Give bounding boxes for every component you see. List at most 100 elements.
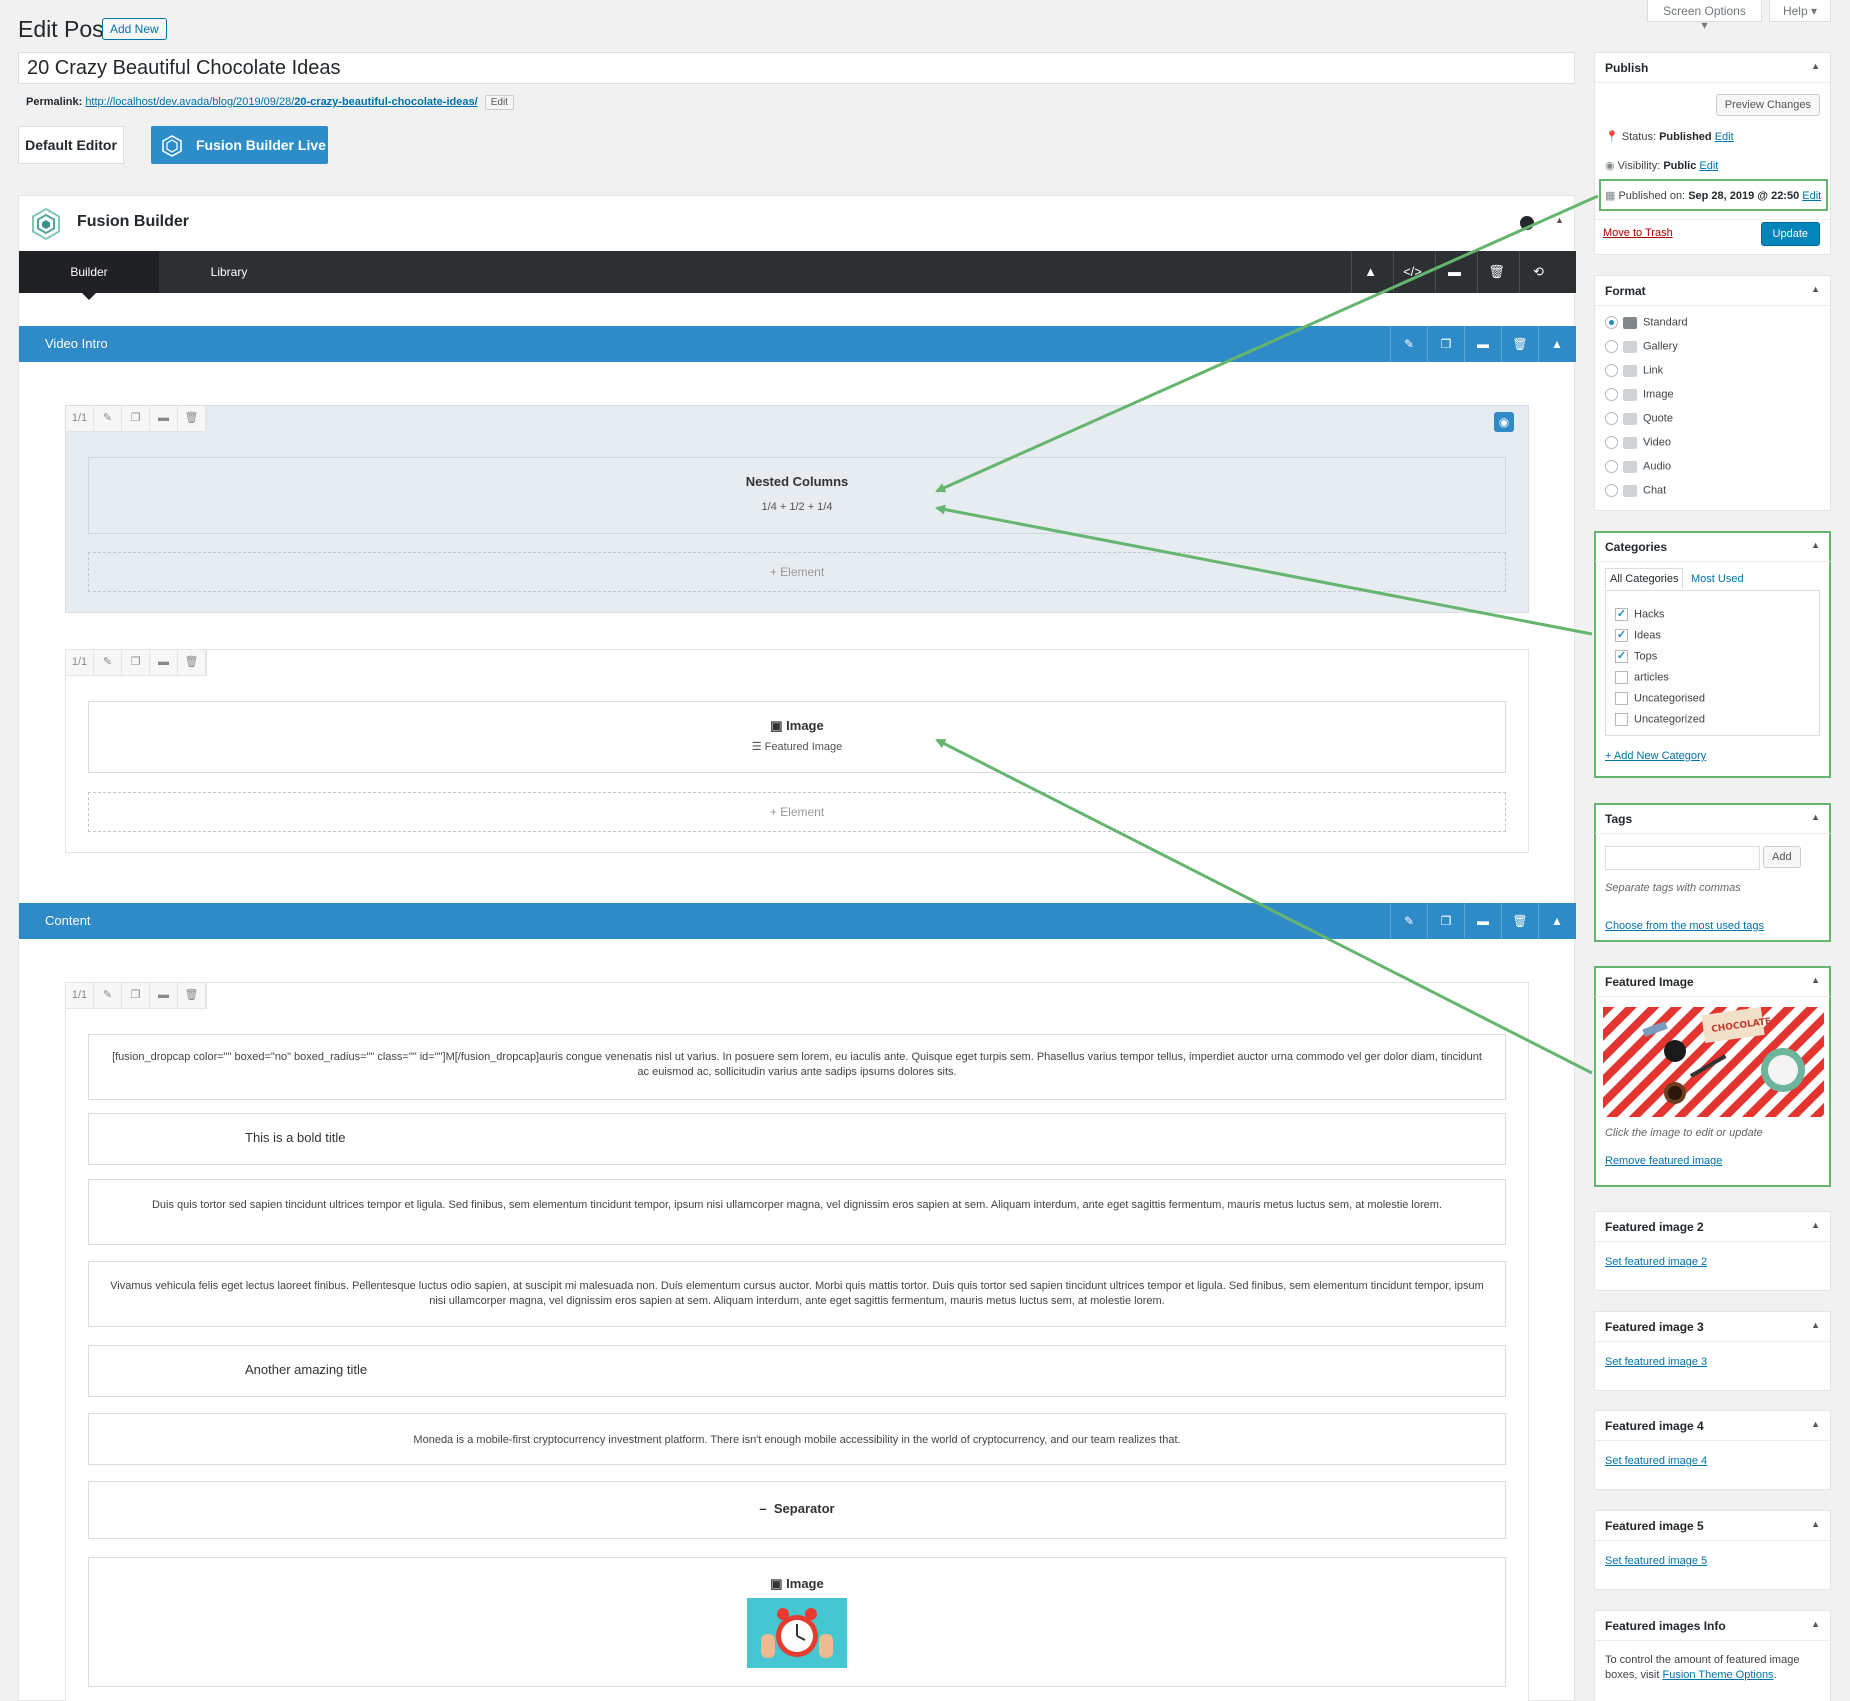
title-element-amazing[interactable]: Another amazing title: [88, 1345, 1506, 1397]
radio-button[interactable]: [1605, 340, 1618, 353]
collapse-caret-icon[interactable]: ▲: [1811, 61, 1820, 71]
set-featured-image-3-link[interactable]: Set featured image 3: [1605, 1356, 1707, 1368]
radio-button[interactable]: [1605, 388, 1618, 401]
add-element-button[interactable]: + Element: [88, 552, 1506, 592]
add-new-button[interactable]: Add New: [102, 18, 167, 40]
format-option-video[interactable]: Video: [1605, 436, 1671, 449]
column-size[interactable]: 1/1: [66, 983, 94, 1008]
clone-icon[interactable]: ❐: [1427, 903, 1464, 939]
collapse-caret-icon[interactable]: ▲: [1811, 1419, 1820, 1429]
format-option-link[interactable]: Link: [1605, 364, 1663, 377]
update-button[interactable]: Update: [1760, 222, 1820, 246]
fusion-theme-options-link[interactable]: Fusion Theme Options: [1662, 1669, 1773, 1681]
radio-button[interactable]: [1605, 484, 1618, 497]
save-icon[interactable]: ▬: [1464, 903, 1501, 939]
save-icon[interactable]: ▬: [150, 406, 178, 431]
remove-featured-image-link[interactable]: Remove featured image: [1605, 1155, 1722, 1167]
title-element-bold[interactable]: This is a bold title: [88, 1113, 1506, 1165]
globe-icon[interactable]: ◉: [1494, 412, 1514, 432]
checkbox[interactable]: [1615, 692, 1628, 705]
trash-icon[interactable]: 🗑: [1501, 903, 1538, 939]
add-element-button[interactable]: + Element: [88, 792, 1506, 832]
format-option-standard[interactable]: Standard: [1605, 316, 1688, 329]
save-icon[interactable]: ▬: [150, 983, 178, 1008]
delete-all-icon[interactable]: 🗑: [1477, 251, 1515, 293]
tab-builder[interactable]: Builder: [19, 251, 159, 293]
radio-button[interactable]: [1605, 436, 1618, 449]
format-option-chat[interactable]: Chat: [1605, 484, 1666, 497]
tab-library[interactable]: Library: [159, 251, 299, 293]
featured-image-2-header[interactable]: Featured image 2 ▲: [1595, 1212, 1830, 1242]
collapse-caret-icon[interactable]: ▲: [1811, 975, 1820, 985]
checkbox[interactable]: ✓: [1615, 608, 1628, 621]
clone-icon[interactable]: ❐: [122, 650, 150, 675]
set-featured-image-2-link[interactable]: Set featured image 2: [1605, 1256, 1707, 1268]
format-option-image[interactable]: Image: [1605, 388, 1674, 401]
image-element[interactable]: ▣ Image ☰ Featured Image: [88, 701, 1506, 773]
collapse-caret-icon[interactable]: ▲: [1811, 540, 1820, 550]
text-element-dropcap[interactable]: [fusion_dropcap color="" boxed="no" boxe…: [88, 1034, 1506, 1100]
help-tab[interactable]: Help ▾: [1769, 0, 1831, 22]
checkbox[interactable]: ✓: [1615, 629, 1628, 642]
trash-icon[interactable]: 🗑: [1501, 326, 1538, 362]
collapse-caret-icon[interactable]: ▲: [1811, 1220, 1820, 1230]
collapse-icon[interactable]: ▲: [1538, 903, 1575, 939]
format-option-gallery[interactable]: Gallery: [1605, 340, 1678, 353]
categories-header[interactable]: Categories ▲: [1595, 532, 1830, 562]
collapse-caret-icon[interactable]: ▲: [1811, 1519, 1820, 1529]
save-icon[interactable]: ▬: [1464, 326, 1501, 362]
trash-icon[interactable]: 🗑: [178, 406, 206, 431]
edit-pencil-icon[interactable]: ✎: [1390, 326, 1427, 362]
column-size[interactable]: 1/1: [66, 406, 94, 431]
collapse-caret-icon[interactable]: ▲: [1555, 215, 1564, 225]
collapse-caret-icon[interactable]: ▲: [1811, 1320, 1820, 1330]
help-circle-icon[interactable]: [1520, 216, 1534, 230]
choose-tags-link[interactable]: Choose from the most used tags: [1605, 920, 1764, 932]
tag-input[interactable]: [1605, 846, 1760, 870]
collapse-caret-icon[interactable]: ▲: [1811, 812, 1820, 822]
section-content[interactable]: Content ✎ ❐ ▬ 🗑 ▲: [19, 903, 1576, 939]
history-icon[interactable]: ⟲: [1519, 251, 1557, 293]
collapse-caret-icon[interactable]: ▲: [1811, 284, 1820, 294]
category-articles[interactable]: articles: [1615, 671, 1669, 684]
set-featured-image-4-link[interactable]: Set featured image 4: [1605, 1455, 1707, 1467]
category-tops[interactable]: ✓ Tops: [1615, 650, 1657, 663]
collapse-all-icon[interactable]: ▲: [1351, 251, 1389, 293]
edit-pencil-icon[interactable]: ✎: [94, 983, 122, 1008]
separator-element[interactable]: – Separator: [88, 1481, 1506, 1539]
radio-button[interactable]: [1605, 316, 1618, 329]
save-template-icon[interactable]: ▬: [1435, 251, 1473, 293]
text-element-para2[interactable]: Vivamus vehicula felis eget lectus laore…: [88, 1261, 1506, 1327]
category-uncategorized[interactable]: Uncategorized: [1615, 713, 1705, 726]
featured-image-thumbnail[interactable]: CHOCOLATE: [1603, 1007, 1824, 1117]
checkbox[interactable]: [1615, 713, 1628, 726]
status-edit-link[interactable]: Edit: [1715, 131, 1734, 143]
collapse-icon[interactable]: ▲: [1538, 326, 1575, 362]
edit-pencil-icon[interactable]: ✎: [94, 650, 122, 675]
published-edit-link[interactable]: Edit: [1802, 190, 1821, 202]
radio-button[interactable]: [1605, 412, 1618, 425]
featured-image-5-header[interactable]: Featured image 5 ▲: [1595, 1511, 1830, 1541]
column-size[interactable]: 1/1: [66, 650, 94, 675]
featured-image-header[interactable]: Featured Image ▲: [1595, 967, 1830, 997]
category-uncategorised[interactable]: Uncategorised: [1615, 692, 1705, 705]
category-ideas[interactable]: ✓ Ideas: [1615, 629, 1661, 642]
preview-changes-button[interactable]: Preview Changes: [1715, 94, 1820, 116]
move-to-trash-link[interactable]: Move to Trash: [1603, 227, 1673, 239]
featured-images-info-header[interactable]: Featured images Info ▲: [1595, 1611, 1830, 1641]
image-element-clock[interactable]: ▣ Image: [88, 1557, 1506, 1687]
checkbox[interactable]: [1615, 671, 1628, 684]
tab-all-categories[interactable]: All Categories: [1605, 568, 1684, 589]
visibility-edit-link[interactable]: Edit: [1699, 160, 1718, 172]
collapse-caret-icon[interactable]: ▲: [1811, 1619, 1820, 1629]
screen-options-tab[interactable]: Screen Options ▾: [1647, 0, 1762, 32]
format-header[interactable]: Format ▲: [1595, 276, 1830, 306]
checkbox[interactable]: ✓: [1615, 650, 1628, 663]
publish-header[interactable]: Publish ▲: [1595, 53, 1830, 83]
clone-icon[interactable]: ❐: [1427, 326, 1464, 362]
code-icon[interactable]: </>: [1393, 251, 1431, 293]
fusion-builder-live-button[interactable]: Fusion Builder Live: [151, 126, 328, 164]
format-option-audio[interactable]: Audio: [1605, 460, 1671, 473]
text-element-para1[interactable]: Duis quis tortor sed sapien tincidunt ul…: [88, 1179, 1506, 1245]
text-element-moneda[interactable]: Moneda is a mobile-first cryptocurrency …: [88, 1413, 1506, 1465]
